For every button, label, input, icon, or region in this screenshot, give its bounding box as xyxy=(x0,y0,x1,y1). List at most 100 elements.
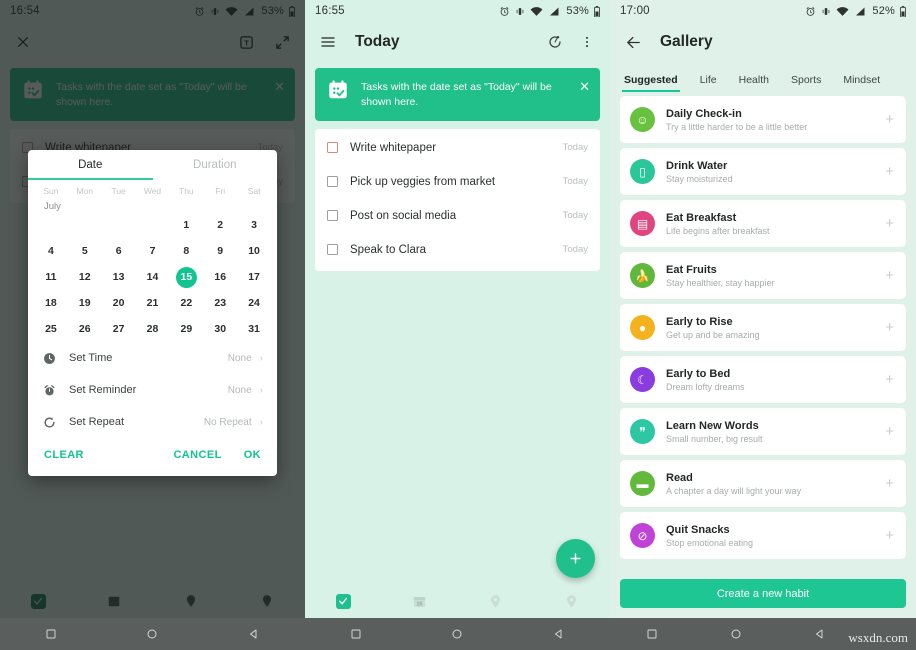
calendar-day[interactable]: 9 xyxy=(203,238,237,264)
calendar-day[interactable]: 11 xyxy=(34,264,68,290)
more-vertical-icon[interactable] xyxy=(576,31,598,53)
home-button[interactable] xyxy=(442,628,472,640)
task-due: Today xyxy=(562,244,588,256)
calendar-day[interactable]: 2 xyxy=(203,212,237,238)
tab-sports[interactable]: Sports xyxy=(791,74,821,92)
page-title: Today xyxy=(355,33,400,50)
signal-icon xyxy=(856,6,865,15)
cancel-button[interactable]: CANCEL xyxy=(173,449,221,461)
habit-title: Quit Snacks xyxy=(666,523,730,536)
calendar-day[interactable]: 26 xyxy=(68,316,102,342)
calendar-day[interactable]: 14 xyxy=(136,264,170,290)
check-icon xyxy=(335,593,351,609)
calendar-day[interactable]: 22 xyxy=(169,290,203,316)
calendar-day[interactable]: 23 xyxy=(203,290,237,316)
task-checkbox[interactable] xyxy=(327,142,338,154)
calendar-day-selected[interactable]: 15 xyxy=(169,264,203,290)
tab-calendar[interactable]: 15 xyxy=(381,594,457,609)
tab-habit[interactable] xyxy=(534,594,610,609)
calendar-day[interactable]: 31 xyxy=(237,316,271,342)
habit-card[interactable]: ❞ Learn New Words Small number, big result… xyxy=(620,408,906,455)
calendar-day[interactable]: 27 xyxy=(102,316,136,342)
habit-card[interactable]: 🍌 Eat Fruits Stay healthier, stay happier + xyxy=(620,252,906,299)
add-task-fab[interactable] xyxy=(556,539,595,578)
habit-card[interactable]: ▤ Eat Breakfast Life begins after breakfas… xyxy=(620,200,906,247)
back-button[interactable] xyxy=(805,628,835,640)
add-habit-icon[interactable]: + xyxy=(885,319,894,336)
calendar-day[interactable]: 3 xyxy=(237,212,271,238)
tab-health[interactable]: Health xyxy=(739,74,769,92)
arrow-left-icon[interactable] xyxy=(622,31,644,53)
add-habit-icon[interactable]: + xyxy=(885,371,894,388)
task-row[interactable]: Pick up veggies from market Today xyxy=(315,165,600,199)
calendar-day[interactable]: 6 xyxy=(102,238,136,264)
tab-tasks[interactable] xyxy=(305,593,381,609)
back-button[interactable] xyxy=(544,628,574,640)
recents-button[interactable] xyxy=(36,628,66,640)
calendar-day[interactable]: 29 xyxy=(169,316,203,342)
tab-mindset[interactable]: Mindset xyxy=(843,74,880,92)
calendar-day[interactable]: 1 xyxy=(169,212,203,238)
add-habit-icon[interactable]: + xyxy=(885,111,894,128)
option-value: None xyxy=(227,352,252,364)
tab-suggested[interactable]: Suggested xyxy=(622,74,680,92)
habit-card[interactable]: ☾ Early to Bed Dream lofty dreams + xyxy=(620,356,906,403)
habit-card[interactable]: ▯ Drink Water Stay moisturized + xyxy=(620,148,906,195)
home-button[interactable] xyxy=(721,628,751,640)
calendar-day[interactable]: 7 xyxy=(136,238,170,264)
add-habit-icon[interactable]: + xyxy=(885,527,894,544)
calendar-day[interactable]: 21 xyxy=(136,290,170,316)
task-checkbox[interactable] xyxy=(327,244,338,256)
habit-card[interactable]: ▬ Read A chapter a day will light your way… xyxy=(620,460,906,507)
tab-duration[interactable]: Duration xyxy=(153,150,278,180)
add-habit-icon[interactable]: + xyxy=(885,423,894,440)
calendar-day[interactable]: 4 xyxy=(34,238,68,264)
option-set-repeat[interactable]: Set Repeat No Repeat › xyxy=(28,406,277,438)
banner-close-icon[interactable]: ✕ xyxy=(579,79,590,93)
option-set-time[interactable]: Set Time None › xyxy=(28,342,277,374)
calendar-day[interactable]: 24 xyxy=(237,290,271,316)
calendar-day[interactable]: 18 xyxy=(34,290,68,316)
home-button[interactable] xyxy=(137,628,167,640)
calendar-day[interactable]: 12 xyxy=(68,264,102,290)
task-checkbox[interactable] xyxy=(327,176,338,188)
timer-icon[interactable] xyxy=(544,31,566,53)
habit-card[interactable]: ☺ Daily Check-in Try a little harder to be… xyxy=(620,96,906,143)
back-button[interactable] xyxy=(239,628,269,640)
calendar-day[interactable]: 20 xyxy=(102,290,136,316)
android-navbar-1 xyxy=(0,618,305,650)
calendar-day[interactable]: 17 xyxy=(237,264,271,290)
task-row[interactable]: Speak to Clara Today xyxy=(315,233,600,267)
hamburger-icon[interactable] xyxy=(317,31,339,53)
tab-life[interactable]: Life xyxy=(700,74,717,92)
create-habit-button[interactable]: Create a new habit xyxy=(620,579,906,608)
add-habit-icon[interactable]: + xyxy=(885,215,894,232)
recents-button[interactable] xyxy=(637,628,667,640)
calendar-day[interactable]: 13 xyxy=(102,264,136,290)
add-habit-icon[interactable]: + xyxy=(885,267,894,284)
habit-card[interactable]: ● Early to Rise Get up and be amazing + xyxy=(620,304,906,351)
add-habit-icon[interactable]: + xyxy=(885,475,894,492)
calendar-day[interactable]: 5 xyxy=(68,238,102,264)
task-row[interactable]: Write whitepaper Today xyxy=(315,131,600,165)
calendar-day[interactable]: 19 xyxy=(68,290,102,316)
battery-percent: 53% xyxy=(566,5,589,17)
recents-button[interactable] xyxy=(341,628,371,640)
tab-date[interactable]: Date xyxy=(28,150,153,180)
calendar-day[interactable]: 25 xyxy=(34,316,68,342)
habit-card[interactable]: ⊘ Quit Snacks Stop emotional eating + xyxy=(620,512,906,559)
clear-button[interactable]: CLEAR xyxy=(44,449,84,461)
calendar-day[interactable]: 30 xyxy=(203,316,237,342)
calendar-day[interactable]: 16 xyxy=(203,264,237,290)
habit-subtitle: Get up and be amazing xyxy=(666,329,760,340)
habit-title: Early to Rise xyxy=(666,315,733,328)
calendar-day[interactable]: 10 xyxy=(237,238,271,264)
calendar-day[interactable]: 8 xyxy=(169,238,203,264)
task-row[interactable]: Post on social media Today xyxy=(315,199,600,233)
ok-button[interactable]: OK xyxy=(244,449,261,461)
tab-pomodoro[interactable] xyxy=(458,594,534,609)
calendar-day[interactable]: 28 xyxy=(136,316,170,342)
option-set-reminder[interactable]: Set Reminder None › xyxy=(28,374,277,406)
add-habit-icon[interactable]: + xyxy=(885,163,894,180)
task-checkbox[interactable] xyxy=(327,210,338,222)
